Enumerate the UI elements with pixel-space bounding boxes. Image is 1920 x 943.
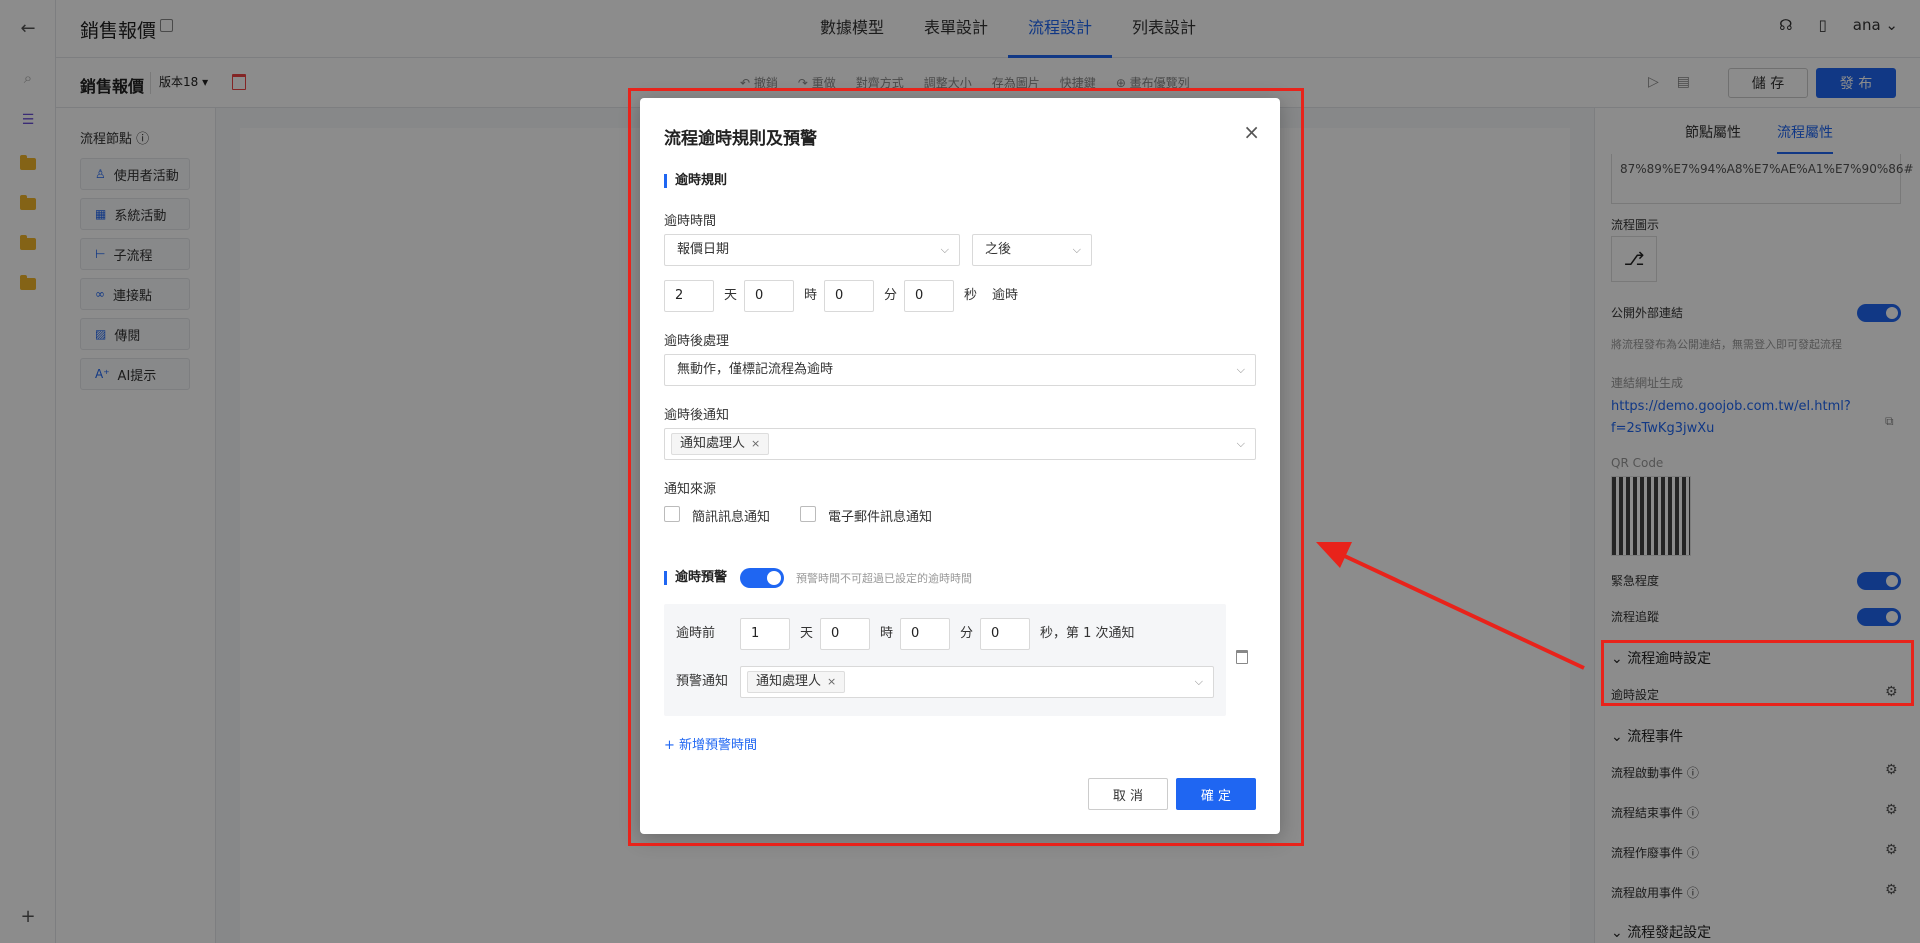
arrow-shaft xyxy=(1335,550,1585,670)
annotation-arrow xyxy=(1316,542,1585,670)
